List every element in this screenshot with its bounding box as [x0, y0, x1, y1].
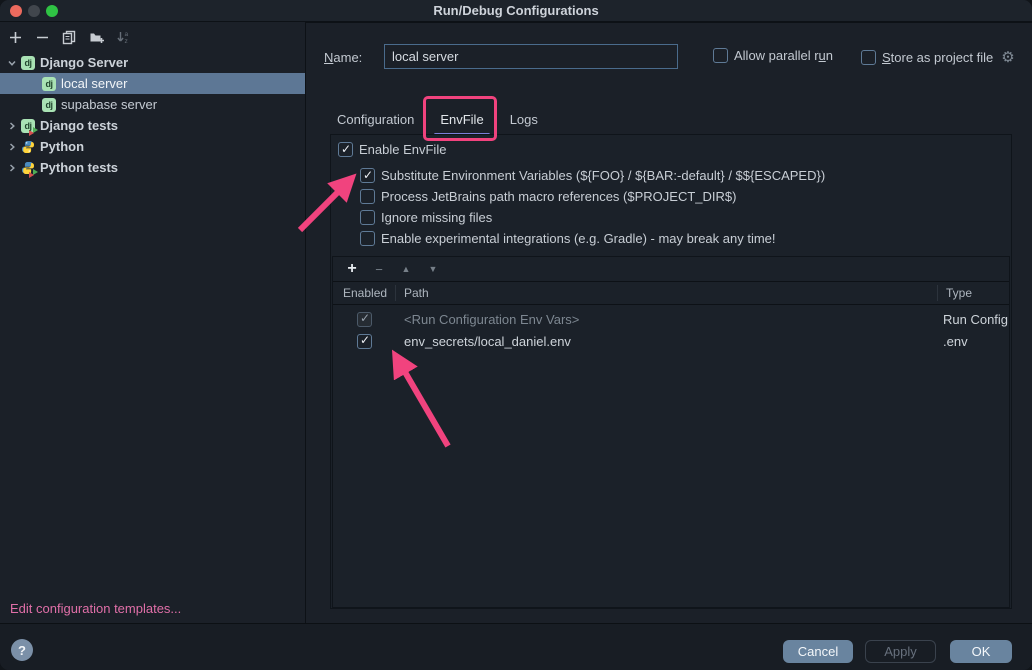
checkbox-label: Enable EnvFile [359, 142, 446, 157]
column-header-type[interactable]: Type [938, 286, 1009, 300]
tree-item-python[interactable]: Python [0, 136, 305, 157]
env-files-table: + − ▲ ▼ Enabled Path Type <Run Configura… [332, 256, 1010, 608]
tree-item-label: Django tests [40, 118, 118, 133]
add-env-file-icon[interactable]: + [346, 260, 358, 278]
table-header: Enabled Path Type [333, 281, 1009, 305]
dialog-footer: ? Cancel Apply OK [0, 623, 1032, 670]
chevron-down-icon[interactable] [7, 58, 17, 68]
python-tests-icon [21, 161, 35, 175]
name-input[interactable] [384, 44, 678, 69]
tree-item-label: supabase server [61, 97, 157, 112]
substitute-env-vars-checkbox[interactable]: Substitute Environment Variables (${FOO}… [360, 168, 825, 183]
tree-item-label: Python tests [40, 160, 118, 175]
sidebar-toolbar: az [0, 22, 305, 52]
help-button[interactable]: ? [11, 639, 33, 661]
django-icon [21, 56, 35, 70]
edit-configuration-templates-link[interactable]: Edit configuration templates... [10, 601, 181, 616]
row-enabled-checkbox[interactable] [357, 334, 372, 349]
table-row[interactable]: <Run Configuration Env Vars> Run Config [333, 308, 1009, 330]
gear-icon[interactable]: ⚙ [1001, 48, 1014, 66]
checkbox-icon[interactable] [360, 189, 375, 204]
ok-button[interactable]: OK [950, 640, 1012, 663]
tab-envfile[interactable]: EnvFile [427, 104, 496, 134]
row-type: Run Config [937, 312, 1009, 327]
remove-configuration-icon[interactable] [34, 29, 51, 46]
chevron-right-icon[interactable] [7, 142, 17, 152]
chevron-right-icon[interactable] [7, 121, 17, 131]
move-down-icon[interactable]: ▼ [427, 264, 439, 274]
tab-logs[interactable]: Logs [497, 104, 551, 134]
row-enabled-checkbox [357, 312, 372, 327]
checkbox-label: Enable experimental integrations (e.g. G… [381, 231, 776, 246]
remove-env-file-icon[interactable]: − [373, 262, 385, 277]
row-path: <Run Configuration Env Vars> [396, 312, 937, 327]
allow-parallel-run-checkbox[interactable]: Allow parallel run [713, 48, 833, 63]
window-title: Run/Debug Configurations [0, 3, 1032, 18]
checkbox-icon[interactable] [338, 142, 353, 157]
tab-bar: Configuration EnvFile Logs [324, 104, 551, 134]
svg-text:a: a [125, 31, 129, 38]
checkbox-label: Ignore missing files [381, 210, 492, 225]
tree-item-label: Python [40, 139, 84, 154]
checkbox-icon[interactable] [360, 210, 375, 225]
table-row[interactable]: env_secrets/local_daniel.env .env [333, 330, 1009, 352]
copy-configuration-icon[interactable] [61, 29, 78, 46]
tree-item-django-server[interactable]: Django Server [0, 52, 305, 73]
tree-item-django-tests[interactable]: Django tests [0, 115, 305, 136]
django-icon [42, 77, 56, 91]
process-path-macro-checkbox[interactable]: Process JetBrains path macro references … [360, 189, 736, 204]
column-header-path[interactable]: Path [396, 286, 937, 300]
row-path: env_secrets/local_daniel.env [396, 334, 937, 349]
tree-item-local-server[interactable]: local server [0, 73, 305, 94]
configurations-sidebar: az Django Server local server supabase s… [0, 22, 306, 623]
checkbox-label: Substitute Environment Variables (${FOO}… [381, 168, 825, 183]
svg-text:z: z [125, 38, 128, 44]
add-configuration-icon[interactable] [7, 29, 24, 46]
name-label: Name: [324, 50, 362, 65]
table-toolbar: + − ▲ ▼ [333, 257, 1009, 281]
tab-configuration[interactable]: Configuration [324, 104, 427, 134]
row-type: .env [937, 334, 1009, 349]
tree-item-label: local server [61, 76, 127, 91]
chevron-right-icon[interactable] [7, 163, 17, 173]
django-tests-icon [21, 119, 35, 133]
tree-item-python-tests[interactable]: Python tests [0, 157, 305, 178]
sort-alphabetically-icon: az [115, 29, 132, 46]
run-debug-configurations-dialog: Run/Debug Configurations az [0, 0, 1032, 670]
tree-item-label: Django Server [40, 55, 128, 70]
configurations-tree: Django Server local server supabase serv… [0, 52, 305, 178]
ignore-missing-files-checkbox[interactable]: Ignore missing files [360, 210, 492, 225]
allow-parallel-run-label: Allow parallel run [734, 48, 833, 63]
django-icon [42, 98, 56, 112]
tree-item-supabase-server[interactable]: supabase server [0, 94, 305, 115]
checkbox-icon[interactable] [360, 168, 375, 183]
apply-button[interactable]: Apply [865, 640, 936, 663]
checkbox-label: Process JetBrains path macro references … [381, 189, 736, 204]
enable-envfile-checkbox[interactable]: Enable EnvFile [338, 142, 446, 157]
python-icon [21, 140, 35, 154]
checkbox-icon[interactable] [861, 50, 876, 65]
checkbox-icon[interactable] [360, 231, 375, 246]
checkbox-icon[interactable] [713, 48, 728, 63]
column-header-enabled[interactable]: Enabled [333, 286, 395, 300]
move-up-icon[interactable]: ▲ [400, 264, 412, 274]
configuration-editor-panel: Name: Allow parallel run Store as projec… [306, 22, 1032, 623]
experimental-integrations-checkbox[interactable]: Enable experimental integrations (e.g. G… [360, 231, 776, 246]
store-as-project-file-label: Store as project file [882, 50, 993, 65]
title-bar: Run/Debug Configurations [0, 0, 1032, 22]
store-as-project-file-checkbox[interactable]: Store as project file ⚙ [861, 48, 1015, 66]
new-folder-icon[interactable] [88, 29, 105, 46]
envfile-tab-content: Enable EnvFile Substitute Environment Va… [330, 134, 1012, 609]
cancel-button[interactable]: Cancel [783, 640, 853, 663]
